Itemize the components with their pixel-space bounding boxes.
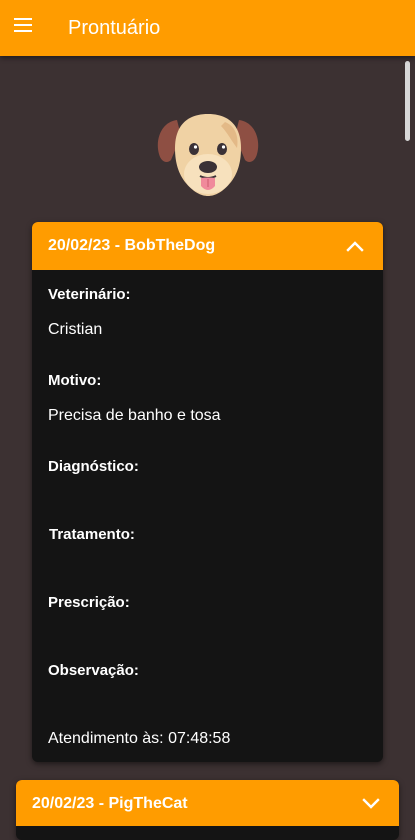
- chevron-down-icon[interactable]: [362, 797, 380, 809]
- record-panel-pigthecat: 20/02/23 - PigTheCat: [16, 780, 399, 840]
- record-title: 20/02/23 - BobTheDog: [48, 237, 216, 254]
- dog-face-icon: [157, 114, 259, 196]
- record-header-bobthedog[interactable]: 20/02/23 - BobTheDog: [32, 222, 383, 270]
- treatment-label: Tratamento:: [49, 526, 135, 543]
- record-header-pigthecat[interactable]: 20/02/23 - PigTheCat: [16, 780, 399, 826]
- menu-icon[interactable]: [14, 18, 34, 36]
- reason-label: Motivo:: [48, 372, 102, 389]
- page-title: Prontuário: [68, 17, 161, 39]
- vet-label: Veterinário:: [48, 286, 131, 303]
- chevron-up-icon[interactable]: [346, 240, 364, 252]
- app-bar: Prontuário: [0, 0, 415, 56]
- observation-label: Observação:: [48, 662, 139, 679]
- prescription-label: Prescrição:: [48, 594, 130, 611]
- diagnosis-label: Diagnóstico:: [48, 458, 139, 475]
- record-title: 20/02/23 - PigTheCat: [32, 795, 188, 812]
- scrollbar[interactable]: [405, 61, 410, 141]
- vet-value: Cristian: [48, 321, 103, 338]
- reason-value: Precisa de banho e tosa: [48, 407, 221, 424]
- appointment-time: Atendimento às: 07:48:58: [48, 730, 231, 747]
- record-panel-bobthedog: 20/02/23 - BobTheDog Veterinário: Cristi…: [32, 222, 383, 762]
